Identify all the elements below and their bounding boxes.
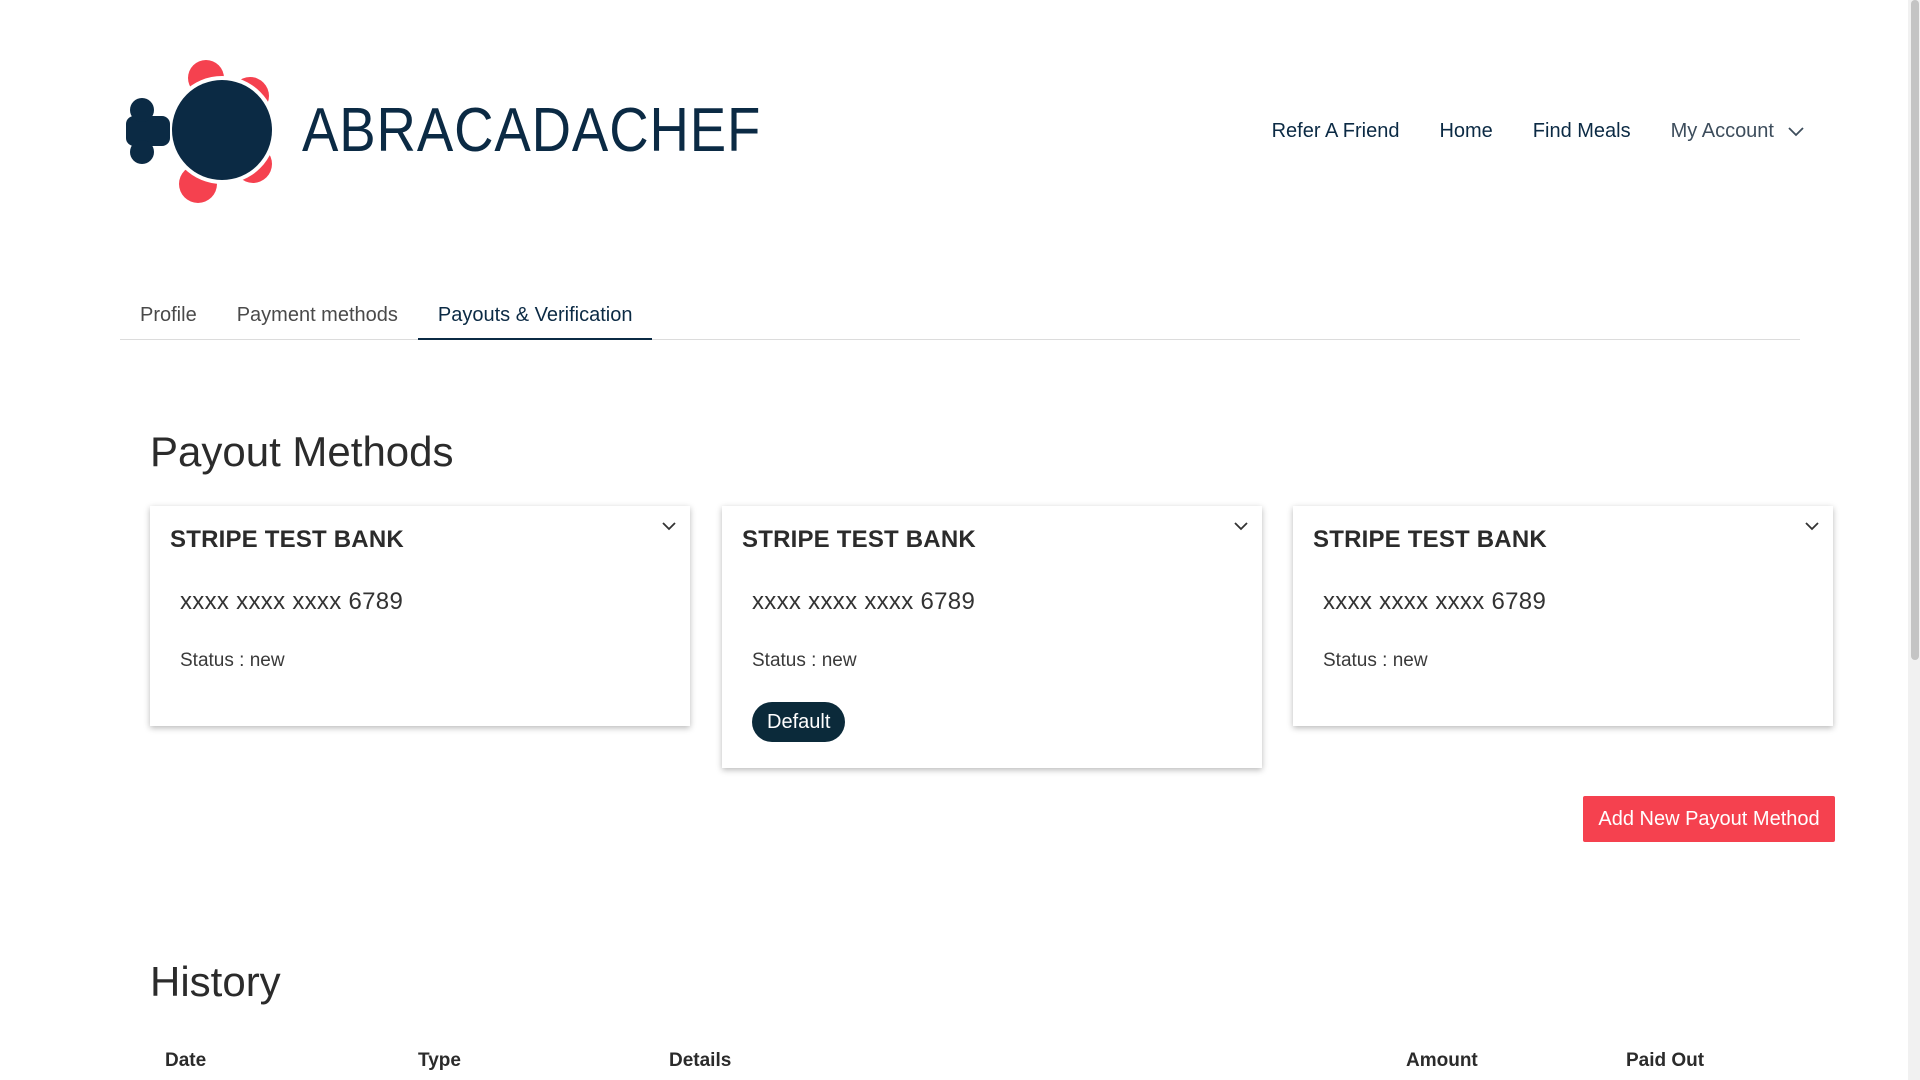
payout-card[interactable]: STRIPE TEST BANK xxxx xxxx xxxx 6789 Sta… (1293, 506, 1833, 726)
account-number: xxxx xxxx xxxx 6789 (180, 588, 404, 615)
chevron-down-icon[interactable] (662, 522, 676, 531)
column-header-date[interactable]: Date (165, 1050, 206, 1072)
add-payout-method-button[interactable]: Add New Payout Method (1583, 796, 1835, 842)
tab-payouts-verification[interactable]: Payouts & Verification (417, 292, 653, 340)
history-table-header: Date Type Details Amount Paid Out (0, 1050, 1920, 1080)
brand-logo[interactable] (124, 60, 294, 206)
chef-hat-logo-icon (126, 60, 276, 203)
chevron-down-icon (1788, 126, 1804, 136)
payout-methods-title: Payout Methods (150, 428, 454, 475)
nav-my-account-label: My Account (1670, 120, 1774, 142)
bank-name: STRIPE TEST BANK (170, 526, 404, 553)
brand-wordmark: ABRACADACHEF (302, 96, 762, 165)
account-number: xxxx xxxx xxxx 6789 (1323, 588, 1547, 615)
payout-card[interactable]: STRIPE TEST BANK xxxx xxxx xxxx 6789 Sta… (150, 506, 690, 726)
column-header-details[interactable]: Details (669, 1050, 731, 1072)
default-badge: Default (752, 702, 846, 742)
column-header-type[interactable]: Type (418, 1050, 461, 1072)
history-title: History (150, 958, 281, 1005)
column-header-paid-out[interactable]: Paid Out (1626, 1050, 1704, 1072)
chevron-down-icon[interactable] (1805, 522, 1819, 531)
nav-refer-a-friend[interactable]: Refer A Friend (1272, 120, 1400, 143)
payout-card[interactable]: STRIPE TEST BANK xxxx xxxx xxxx 6789 Sta… (722, 506, 1262, 768)
bank-name: STRIPE TEST BANK (1313, 526, 1547, 553)
nav-home[interactable]: Home (1439, 120, 1492, 143)
account-status: Status : new (1323, 650, 1428, 671)
tab-payment-methods[interactable]: Payment methods (217, 292, 418, 340)
bank-name: STRIPE TEST BANK (742, 526, 976, 553)
page: ABRACADACHEF Refer A Friend Home Find Me… (0, 0, 1920, 1080)
nav-my-account[interactable]: My Account (1671, 120, 1804, 143)
account-tabs: Profile Payment methods Payouts & Verifi… (120, 292, 1800, 340)
chevron-down-icon[interactable] (1234, 522, 1248, 531)
nav-find-meals[interactable]: Find Meals (1533, 120, 1631, 143)
tab-profile[interactable]: Profile (120, 292, 217, 340)
column-header-amount[interactable]: Amount (1406, 1050, 1478, 1072)
top-nav: Refer A Friend Home Find Meals My Accoun… (1232, 120, 1804, 143)
account-status: Status : new (752, 650, 857, 671)
account-status: Status : new (180, 650, 285, 671)
account-number: xxxx xxxx xxxx 6789 (752, 588, 976, 615)
scrollbar-thumb[interactable] (1911, 0, 1919, 660)
